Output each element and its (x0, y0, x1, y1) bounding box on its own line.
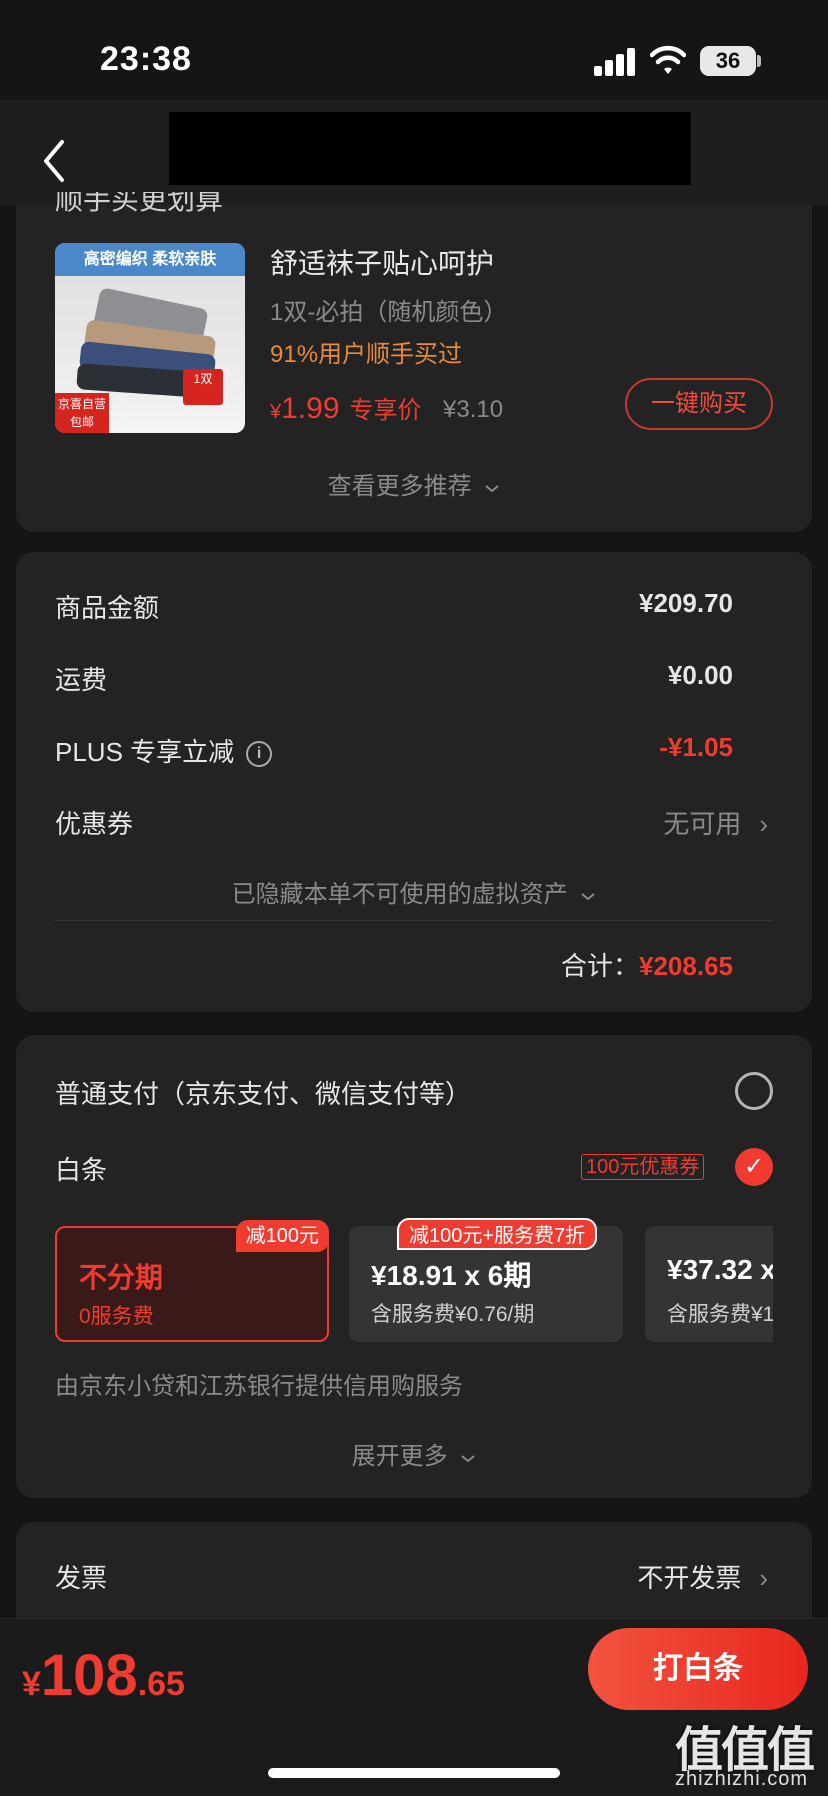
home-indicator (268, 1768, 560, 1778)
installment-tag: 减100元 (235, 1220, 329, 1252)
installment-option-none[interactable]: 减100元 不分期 0服务费 (55, 1220, 329, 1342)
installment-tag: 减100元+服务费7折 (397, 1218, 598, 1250)
invoice-label: 发票 (55, 1563, 108, 1593)
installment-title: ¥37.32 x (667, 1254, 773, 1285)
pay-amount: ¥108.65 (22, 1642, 185, 1709)
pay-baitiao-button[interactable]: 打白条 (588, 1628, 808, 1710)
installment-title: 不分期 (79, 1262, 164, 1293)
installment-sub: 含服务费¥0.76/期 (371, 1303, 535, 1326)
invoice-row[interactable]: 不开发票 › (637, 1558, 768, 1595)
expand-more-link[interactable]: 展开更多 (0, 1436, 828, 1471)
invoice-value: 不开发票 (637, 1563, 742, 1593)
credit-provider-note: 由京东小贷和江苏银行提供信用购服务 (55, 1373, 463, 1400)
chevron-right-icon: › (759, 1563, 768, 1593)
expand-more-label: 展开更多 (351, 1443, 448, 1470)
chevron-down-icon (460, 1443, 476, 1471)
pay-integer: 108 (40, 1643, 138, 1708)
installment-option-6[interactable]: 减100元+服务费7折 ¥18.91 x 6期 含服务费¥0.76/期 (349, 1218, 623, 1342)
installment-option-3[interactable]: ¥37.32 x 含服务费¥1 (645, 1226, 773, 1342)
pay-currency: ¥ (22, 1665, 41, 1703)
installment-sub: 0服务费 (79, 1305, 154, 1328)
installment-sub: 含服务费¥1 (667, 1303, 773, 1326)
installment-title: ¥18.91 x 6期 (371, 1260, 532, 1291)
watermark-url: zhizhizhi.com (675, 1768, 809, 1790)
pay-decimal: .65 (137, 1665, 185, 1703)
